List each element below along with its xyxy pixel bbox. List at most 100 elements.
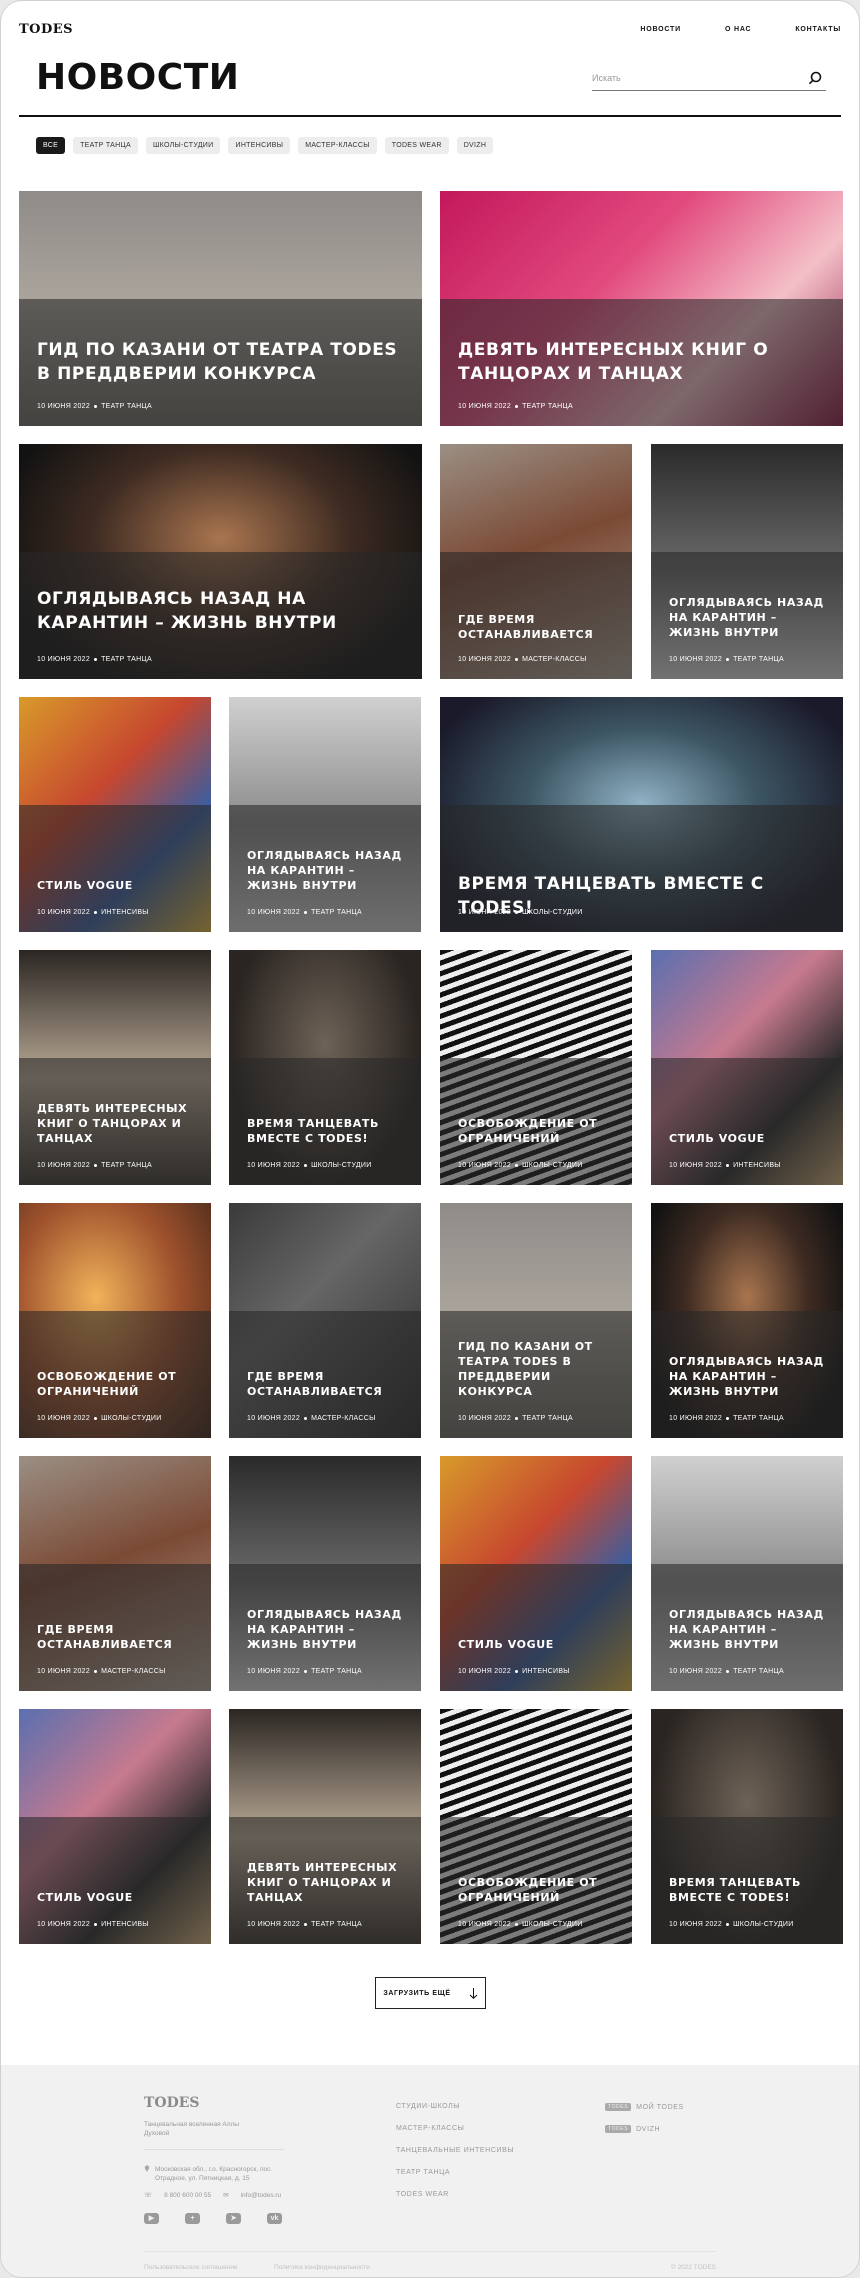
footer-link-intensives[interactable]: ТАНЦЕВАЛЬНЫЕ ИНТЕНСИВЫ — [396, 2147, 514, 2154]
footer-email[interactable]: info@todes.ru — [241, 2192, 282, 2199]
news-card-date: 10 ИЮНЯ 2022 — [458, 1921, 512, 1928]
filter-todes-wear[interactable]: TODES WEAR — [384, 137, 449, 154]
news-card[interactable]: ВРЕМЯ ТАНЦЕВАТЬ ВМЕСТЕ С TODES! 10 ИЮНЯ 2… — [651, 1709, 843, 1944]
filter-masterclasses[interactable]: МАСТЕР-КЛАССЫ — [298, 137, 377, 154]
news-card[interactable]: ГДЕ ВРЕМЯ ОСТАНАВЛИВАЕТСЯ 10 ИЮНЯ 2022 МАС… — [440, 444, 632, 679]
app-my-todes[interactable]: TODES МОЙ TODES — [605, 2103, 684, 2111]
news-card-title: СТИЛЬ VOGUE — [37, 879, 133, 892]
page-title: НОВОСТИ — [36, 57, 240, 98]
news-card-category[interactable]: ТЕАТР ТАНЦА — [733, 1668, 784, 1675]
news-card-category[interactable]: ТЕАТР ТАНЦА — [101, 1162, 152, 1169]
news-card[interactable]: ОСВОБОЖДЕНИЕ ОТ ОГРАНИЧЕНИЙ 10 ИЮНЯ 2022 Ш… — [440, 950, 632, 1185]
load-more-button[interactable]: ЗАГРУЗИТЬ ЕЩЁ — [375, 1977, 486, 2009]
news-card-category[interactable]: ТЕАТР ТАНЦА — [101, 403, 152, 410]
news-card-meta: 10 ИЮНЯ 2022 ТЕАТР ТАНЦА — [458, 1415, 573, 1422]
news-card[interactable]: ОГЛЯДЫВАЯСЬ НАЗАД НА КАРАНТИН – ЖИЗНЬ ВН… — [19, 444, 422, 679]
news-card-category[interactable]: ТЕАТР ТАНЦА — [101, 656, 152, 663]
footer-link-wear[interactable]: TODES WEAR — [396, 2191, 514, 2198]
filter-schools[interactable]: ШКОЛЫ-СТУДИИ — [145, 137, 221, 154]
news-card[interactable]: ОГЛЯДЫВАЯСЬ НАЗАД НА КАРАНТИН – ЖИЗНЬ ВН… — [651, 444, 843, 679]
news-card[interactable]: СТИЛЬ VOGUE 10 ИЮНЯ 2022 ИНТЕНСИВЫ — [651, 950, 843, 1185]
news-card[interactable]: ОГЛЯДЫВАЯСЬ НАЗАД НА КАРАНТИН – ЖИЗНЬ ВН… — [229, 697, 421, 932]
filter-dvizh[interactable]: DVIZH — [456, 137, 494, 154]
news-card-category[interactable]: ИНТЕНСИВЫ — [101, 909, 149, 916]
news-card[interactable]: ОГЛЯДЫВАЯСЬ НАЗАД НА КАРАНТИН – ЖИЗНЬ ВН… — [229, 1456, 421, 1691]
news-card-category[interactable]: ТЕАТР ТАНЦА — [733, 656, 784, 663]
separator-dot — [94, 657, 98, 661]
separator-dot — [94, 1669, 98, 1673]
news-card[interactable]: ДЕВЯТЬ ИНТЕРЕСНЫХ КНИГ О ТАНЦОРАХ И ТАНЦ… — [440, 191, 843, 426]
privacy-link[interactable]: Политика конфиденциальности — [274, 2264, 370, 2271]
app-label: DVIZH — [636, 2125, 661, 2133]
terms-link[interactable]: Пользовательское соглашение — [144, 2264, 238, 2271]
news-card-category[interactable]: ТЕАТР ТАНЦА — [311, 909, 362, 916]
search-input[interactable] — [592, 67, 792, 89]
news-card-category[interactable]: ИНТЕНСИВЫ — [733, 1162, 781, 1169]
search-icon[interactable] — [807, 70, 823, 86]
news-card-category[interactable]: ТЕАТР ТАНЦА — [522, 403, 573, 410]
news-card-category[interactable]: ШКОЛЫ-СТУДИИ — [311, 1162, 372, 1169]
filter-all[interactable]: ВСЕ — [36, 137, 66, 154]
news-card-category[interactable]: ТЕАТР ТАНЦА — [522, 1415, 573, 1422]
news-card[interactable]: ДЕВЯТЬ ИНТЕРЕСНЫХ КНИГ О ТАНЦОРАХ И ТАНЦ… — [229, 1709, 421, 1944]
news-card[interactable]: СТИЛЬ VOGUE 10 ИЮНЯ 2022 ИНТЕНСИВЫ — [19, 697, 211, 932]
separator-dot — [94, 404, 98, 408]
separator-dot — [726, 1922, 730, 1926]
news-card[interactable]: ГИД ПО КАЗАНИ ОТ ТЕАТРА TODES В ПРЕДДВЕР… — [440, 1203, 632, 1438]
news-card-category[interactable]: ИНТЕНСИВЫ — [522, 1668, 570, 1675]
app-dvizh[interactable]: TODES DVIZH — [605, 2125, 684, 2133]
telegram-icon[interactable]: ➤ — [226, 2213, 241, 2224]
news-card[interactable]: ОСВОБОЖДЕНИЕ ОТ ОГРАНИЧЕНИЙ 10 ИЮНЯ 2022 Ш… — [440, 1709, 632, 1944]
vk-icon[interactable]: vk — [267, 2213, 282, 2224]
filter-intensives[interactable]: ИНТЕНСИВЫ — [228, 137, 291, 154]
news-card-title: ВРЕМЯ ТАНЦЕВАТЬ ВМЕСТЕ С TODES! — [669, 1876, 801, 1904]
news-card[interactable]: СТИЛЬ VOGUE 10 ИЮНЯ 2022 ИНТЕНСИВЫ — [440, 1456, 632, 1691]
news-card[interactable]: ГДЕ ВРЕМЯ ОСТАНАВЛИВАЕТСЯ 10 ИЮНЯ 2022 МАС… — [19, 1456, 211, 1691]
news-card-category[interactable]: ШКОЛЫ-СТУДИИ — [522, 1162, 583, 1169]
youtube-icon[interactable]: ▶ — [144, 2213, 159, 2224]
separator-dot — [726, 1163, 730, 1167]
news-card[interactable]: СТИЛЬ VOGUE 10 ИЮНЯ 2022 ИНТЕНСИВЫ — [19, 1709, 211, 1944]
location-pin-icon — [144, 2165, 150, 2172]
news-card-category[interactable]: ТЕАТР ТАНЦА — [311, 1921, 362, 1928]
news-card[interactable]: ВРЕМЯ ТАНЦЕВАТЬ ВМЕСТЕ С TODES! 10 ИЮНЯ 2… — [229, 950, 421, 1185]
news-card-category[interactable]: ШКОЛЫ-СТУДИИ — [101, 1415, 162, 1422]
news-card-category[interactable]: ШКОЛЫ-СТУДИИ — [522, 1921, 583, 1928]
news-card[interactable]: ГИД ПО КАЗАНИ ОТ ТЕАТРА TODES В ПРЕДДВЕР… — [19, 191, 422, 426]
nav-news[interactable]: НОВОСТИ — [640, 26, 681, 33]
news-card-category[interactable]: ТЕАТР ТАНЦА — [311, 1668, 362, 1675]
news-card-category[interactable]: МАСТЕР-КЛАССЫ — [522, 656, 587, 663]
search-box — [592, 67, 826, 91]
news-card-date: 10 ИЮНЯ 2022 — [669, 656, 723, 663]
news-card-date: 10 ИЮНЯ 2022 — [669, 1415, 723, 1422]
news-card[interactable]: ОГЛЯДЫВАЯСЬ НАЗАД НА КАРАНТИН – ЖИЗНЬ ВН… — [651, 1203, 843, 1438]
news-card-category[interactable]: МАСТЕР-КЛАССЫ — [101, 1668, 166, 1675]
news-card[interactable]: ГДЕ ВРЕМЯ ОСТАНАВЛИВАЕТСЯ 10 ИЮНЯ 2022 МАС… — [229, 1203, 421, 1438]
footer-link-masterclasses[interactable]: МАСТЕР-КЛАССЫ — [396, 2125, 514, 2132]
news-card-category[interactable]: ТЕАТР ТАНЦА — [733, 1415, 784, 1422]
news-card[interactable]: ДЕВЯТЬ ИНТЕРЕСНЫХ КНИГ О ТАНЦОРАХ И ТАНЦ… — [19, 950, 211, 1185]
news-card[interactable]: ВРЕМЯ ТАНЦЕВАТЬ ВМЕСТЕ С TODES! 10 ИЮНЯ 2… — [440, 697, 843, 932]
news-card-title: ОСВОБОЖДЕНИЕ ОТ ОГРАНИЧЕНИЙ — [458, 1876, 598, 1904]
news-card[interactable]: ОСВОБОЖДЕНИЕ ОТ ОГРАНИЧЕНИЙ 10 ИЮНЯ 2022 Ш… — [19, 1203, 211, 1438]
news-card-category[interactable]: ШКОЛЫ-СТУДИИ — [733, 1921, 794, 1928]
news-card-category[interactable]: ИНТЕНСИВЫ — [101, 1921, 149, 1928]
plus-icon[interactable]: + — [185, 2213, 200, 2224]
footer-logo[interactable]: TODES — [144, 2095, 200, 2111]
news-card-date: 10 ИЮНЯ 2022 — [247, 1921, 301, 1928]
news-card-title: ГДЕ ВРЕМЯ ОСТАНАВЛИВАЕТСЯ — [247, 1370, 383, 1398]
filter-theatre[interactable]: ТЕАТР ТАНЦА — [73, 137, 138, 154]
news-card-category[interactable]: МАСТЕР-КЛАССЫ — [311, 1415, 376, 1422]
app-tag: TODES — [605, 2125, 632, 2133]
news-card-category[interactable]: ШКОЛЫ-СТУДИИ — [522, 909, 583, 916]
news-card[interactable]: ОГЛЯДЫВАЯСЬ НАЗАД НА КАРАНТИН – ЖИЗНЬ ВН… — [651, 1456, 843, 1691]
footer-phone[interactable]: 8 800 600 00 55 — [164, 2192, 211, 2199]
news-card-date: 10 ИЮНЯ 2022 — [458, 403, 512, 410]
nav-about[interactable]: О НАС — [725, 26, 751, 33]
nav-contacts[interactable]: КОНТАКТЫ — [795, 26, 841, 33]
news-card-date: 10 ИЮНЯ 2022 — [37, 656, 91, 663]
footer-link-studios[interactable]: СТУДИИ-ШКОЛЫ — [396, 2103, 514, 2110]
footer-link-theatre[interactable]: ТЕАТР ТАНЦА — [396, 2169, 514, 2176]
arrow-down-icon — [469, 1987, 477, 1999]
logo[interactable]: TODES — [19, 22, 73, 37]
